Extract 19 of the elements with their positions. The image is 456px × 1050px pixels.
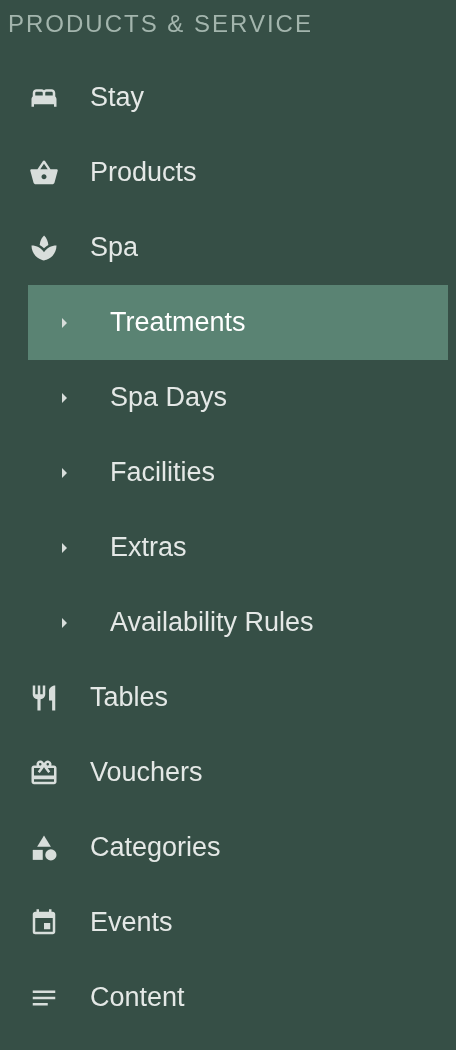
nav-item[interactable]: Stay	[0, 60, 456, 135]
sub-nav-item[interactable]: Facilities	[28, 435, 448, 510]
caret-icon	[61, 317, 67, 328]
caret-icon	[61, 392, 67, 403]
sub-nav-item[interactable]: Spa Days	[28, 360, 448, 435]
nav-item[interactable]: Products	[0, 135, 456, 210]
nav-item[interactable]: Content	[0, 960, 456, 1035]
sub-nav-item[interactable]: Treatments	[28, 285, 448, 360]
sub-nav-item[interactable]: Extras	[28, 510, 448, 585]
caret-icon	[61, 617, 67, 628]
nav-item[interactable]: Tables	[0, 660, 456, 735]
caret-icon	[61, 467, 67, 478]
nav-item[interactable]: Vouchers	[0, 735, 456, 810]
sub-nav-item[interactable]: Availability Rules	[28, 585, 448, 660]
nav-item[interactable]: Events	[0, 885, 456, 960]
section-heading: PRODUCTS & SERVICE	[8, 10, 313, 37]
nav-item[interactable]: Spa	[0, 210, 456, 285]
caret-icon	[61, 542, 67, 553]
nav-item[interactable]: Categories	[0, 810, 456, 885]
